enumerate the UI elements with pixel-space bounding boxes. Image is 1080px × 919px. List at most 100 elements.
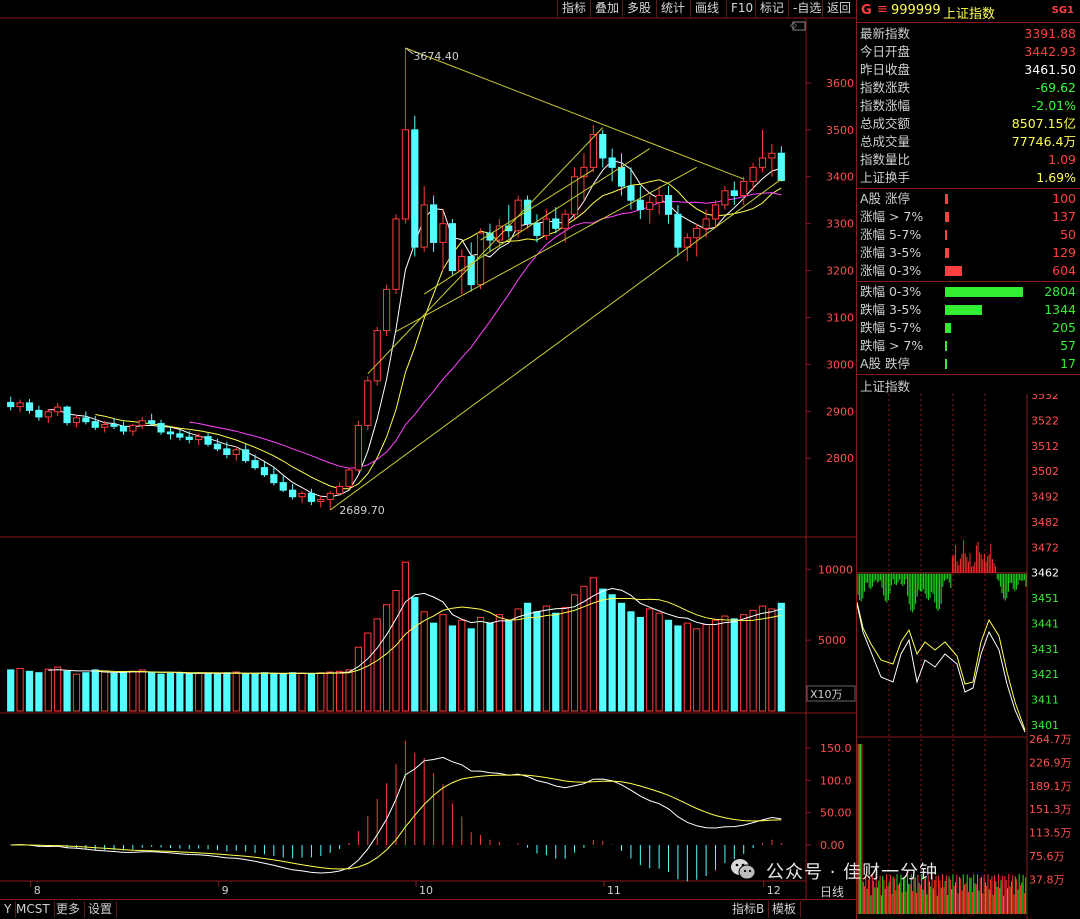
volume-bar[interactable]	[289, 672, 297, 712]
candle-body[interactable]	[101, 423, 109, 428]
candle-body[interactable]	[429, 204, 438, 243]
volume-bar[interactable]	[617, 602, 626, 712]
volume-bar[interactable]	[373, 618, 381, 712]
toolbar-button-6[interactable]: 标记	[755, 0, 788, 17]
volume-bar[interactable]	[270, 672, 278, 712]
volume-bar[interactable]	[326, 671, 334, 712]
volume-bar[interactable]	[354, 646, 363, 712]
volume-bar[interactable]	[176, 672, 184, 712]
volume-bar[interactable]	[693, 628, 701, 712]
candle-body[interactable]	[119, 425, 128, 432]
candle-body[interactable]	[702, 218, 710, 229]
intraday-mini-chart[interactable]: 3532 3522 3512 3502 3492 3482 3472 3462 3451 3441…	[857, 394, 1080, 919]
candle-body[interactable]	[749, 166, 757, 182]
candle-body[interactable]	[307, 492, 316, 502]
volume-bar[interactable]	[232, 671, 240, 712]
volume-bar[interactable]	[486, 622, 494, 712]
candle-body[interactable]	[7, 401, 15, 408]
toolbar-button-4[interactable]: 画线	[690, 0, 723, 17]
volume-bar[interactable]	[317, 672, 325, 712]
volume-bar[interactable]	[533, 611, 541, 712]
volume-bar[interactable]	[683, 622, 691, 712]
candle-body[interactable]	[693, 227, 701, 239]
toolbar-button-3[interactable]: 统计	[656, 0, 689, 17]
volume-bar[interactable]	[157, 673, 165, 712]
volume-bar[interactable]	[392, 590, 400, 712]
volume-bar[interactable]	[627, 611, 635, 712]
candle-body[interactable]	[401, 129, 409, 220]
volume-bar[interactable]	[411, 597, 419, 712]
candle-body[interactable]	[317, 499, 325, 502]
volume-bar[interactable]	[298, 672, 306, 712]
candle-body[interactable]	[82, 417, 90, 423]
candle-body[interactable]	[354, 424, 363, 471]
volume-bar[interactable]	[82, 672, 90, 712]
volume-bar[interactable]	[768, 608, 776, 712]
candle-body[interactable]	[740, 180, 748, 197]
candle-body[interactable]	[646, 202, 654, 211]
candle-body[interactable]	[711, 204, 720, 220]
toolbar-button-5[interactable]: F10	[726, 0, 757, 17]
candle-body[interactable]	[345, 469, 353, 487]
volume-bar[interactable]	[495, 614, 503, 712]
candle-body[interactable]	[72, 417, 81, 424]
volume-bar[interactable]	[138, 669, 146, 712]
candle-body[interactable]	[251, 460, 259, 469]
toolbar-button-8[interactable]: 返回	[822, 0, 855, 17]
volume-bar[interactable]	[7, 669, 15, 712]
volume-bar[interactable]	[119, 672, 128, 712]
volume-bar[interactable]	[63, 670, 71, 712]
volume-bar[interactable]	[570, 594, 579, 712]
volume-bar[interactable]	[580, 585, 588, 712]
candle-body[interactable]	[533, 223, 541, 236]
volume-bar[interactable]	[758, 605, 767, 712]
volume-bar[interactable]	[279, 673, 287, 712]
candle-body[interactable]	[627, 185, 635, 201]
bottom-right-button-0[interactable]: 指标B	[728, 901, 770, 918]
trend-line[interactable]	[395, 166, 697, 333]
candle-body[interactable]	[730, 190, 738, 197]
candle-body[interactable]	[664, 195, 673, 215]
candle-body[interactable]	[232, 449, 240, 455]
candle-body[interactable]	[383, 288, 391, 332]
volume-bar[interactable]	[166, 672, 175, 712]
volume-bar[interactable]	[260, 672, 269, 712]
volume-bar[interactable]	[552, 612, 560, 712]
candle-body[interactable]	[777, 152, 785, 182]
volume-bar[interactable]	[730, 618, 738, 712]
volume-bar[interactable]	[242, 672, 250, 712]
volume-bar[interactable]	[749, 609, 757, 712]
candle-body[interactable]	[608, 157, 616, 168]
volume-bar[interactable]	[448, 625, 456, 712]
candle-body[interactable]	[599, 134, 607, 159]
volume-bar[interactable]	[336, 670, 344, 712]
volume-bar[interactable]	[599, 588, 607, 712]
volume-bar[interactable]	[608, 594, 616, 712]
candle-body[interactable]	[166, 431, 175, 435]
candle-body[interactable]	[16, 402, 24, 408]
volume-bar[interactable]	[458, 619, 466, 712]
volume-bar[interactable]	[72, 673, 81, 712]
candle-body[interactable]	[552, 218, 560, 229]
volume-bar[interactable]	[429, 622, 438, 712]
candle-body[interactable]	[373, 330, 381, 382]
candle-body[interactable]	[110, 423, 118, 427]
volume-bar[interactable]	[251, 673, 259, 712]
candle-body[interactable]	[35, 409, 43, 418]
candle-body[interactable]	[195, 436, 203, 440]
volume-bar[interactable]	[91, 669, 99, 712]
volume-bar[interactable]	[25, 670, 34, 712]
candle-body[interactable]	[25, 402, 34, 411]
volume-bar[interactable]	[702, 624, 710, 712]
candle-body[interactable]	[54, 406, 62, 413]
volume-bar[interactable]	[364, 632, 372, 712]
volume-bar[interactable]	[204, 672, 212, 712]
volume-bar[interactable]	[420, 611, 428, 712]
volume-bar[interactable]	[213, 673, 222, 712]
candle-body[interactable]	[655, 195, 663, 204]
candle-body[interactable]	[298, 492, 306, 498]
volume-bar[interactable]	[185, 673, 193, 712]
volume-bar[interactable]	[44, 668, 52, 712]
toolbar-button-1[interactable]: 叠加	[590, 0, 623, 17]
candle-body[interactable]	[213, 443, 222, 450]
